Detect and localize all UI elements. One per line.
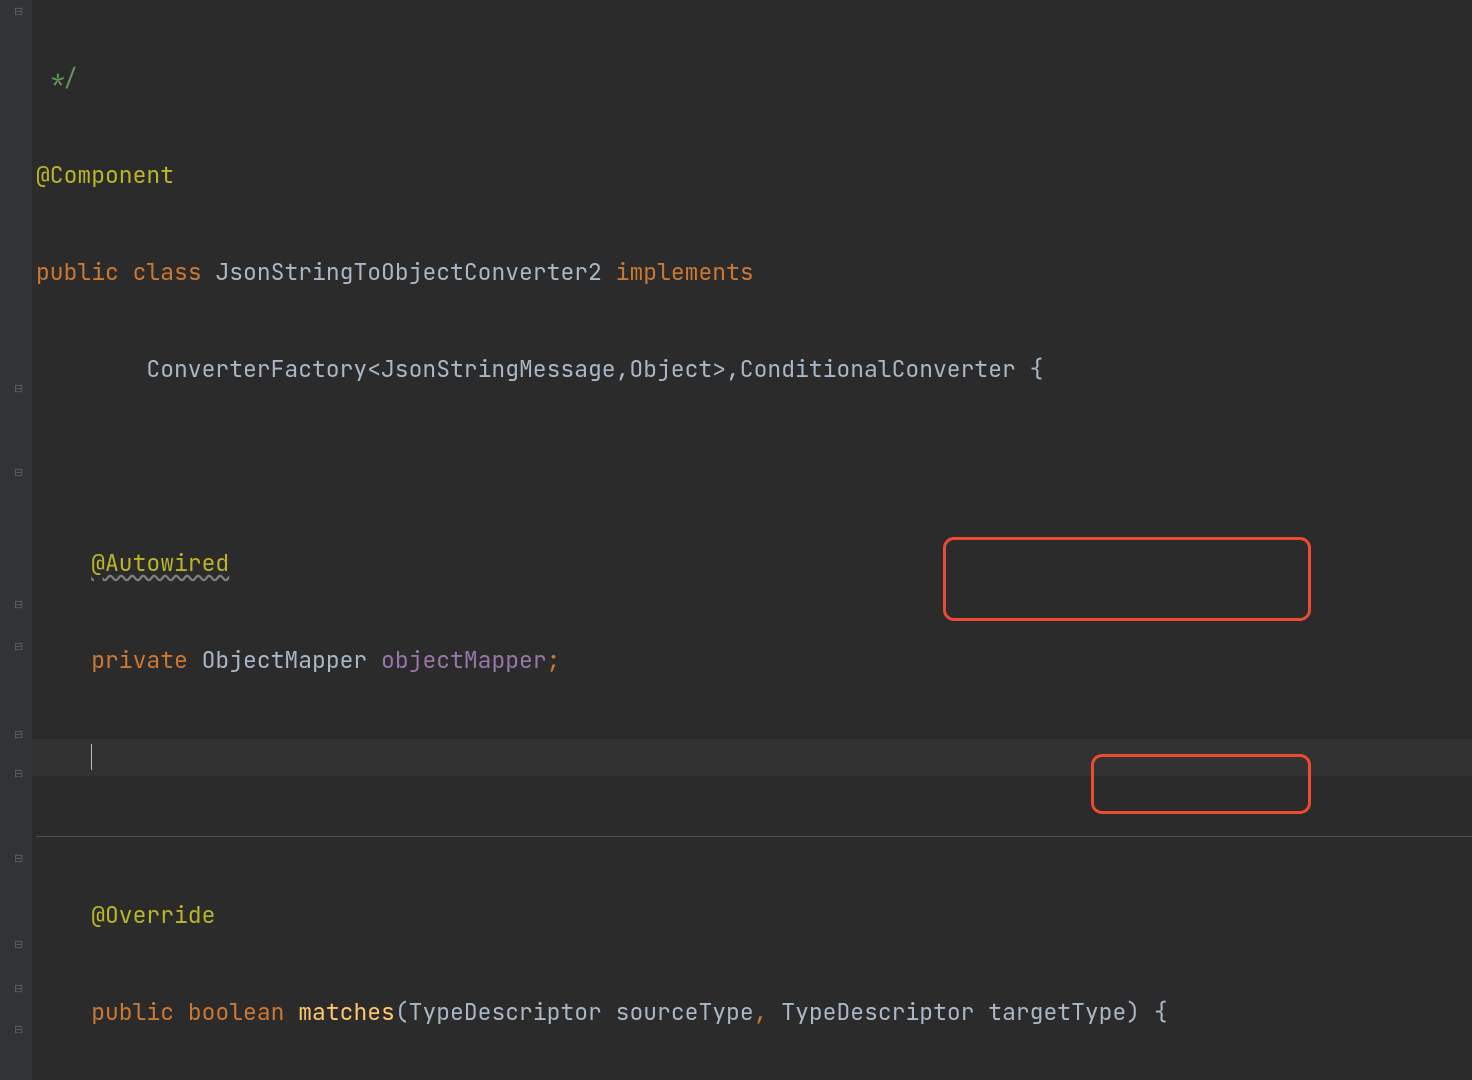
code-editor[interactable]: ⊟ ⊟ ⊟ ⊟ ⊟ ⊟ ⊟ ⊟ ⊟ ⊟ ⊟ */ @Component publ… (0, 0, 1472, 1080)
method-name: matches (298, 997, 395, 1027)
code-token: ConverterFactory<JsonStringMessage,Objec… (36, 354, 1043, 384)
fold-end-icon[interactable]: ⊟ (14, 854, 25, 865)
keyword: implements (616, 257, 754, 287)
code-line[interactable]: ConverterFactory<JsonStringMessage,Objec… (32, 351, 1472, 388)
keyword: public (91, 997, 174, 1027)
fold-end-icon[interactable]: ⊟ (14, 984, 25, 995)
text-caret (91, 744, 92, 770)
class-name: JsonStringToObjectConverter2 (215, 257, 601, 287)
fold-start-icon[interactable]: ⊟ (14, 769, 25, 780)
code-line[interactable]: public class JsonStringToObjectConverter… (32, 254, 1472, 291)
fold-end-icon[interactable]: ⊟ (14, 940, 25, 951)
keyword: public (36, 257, 119, 287)
annotation-warning: @Autowired (91, 548, 229, 578)
code-line[interactable]: public boolean matches(TypeDescriptor so… (32, 994, 1472, 1031)
code-line[interactable]: @Component (32, 157, 1472, 194)
type: ObjectMapper (202, 645, 368, 675)
fold-start-icon[interactable]: ⊟ (14, 384, 25, 395)
keyword: class (133, 257, 202, 287)
annotation: @Override (91, 900, 215, 930)
code-line[interactable]: */ (32, 60, 1472, 97)
code-line[interactable]: private ObjectMapper objectMapper; (32, 642, 1472, 679)
fold-end-icon[interactable]: ⊟ (14, 468, 25, 479)
code-line[interactable]: @Autowired (32, 545, 1472, 582)
keyword: boolean (188, 997, 285, 1027)
code-token: */ (36, 63, 77, 93)
editor-gutter[interactable]: ⊟ ⊟ ⊟ ⊟ ⊟ ⊟ ⊟ ⊟ ⊟ ⊟ ⊟ (0, 0, 32, 1080)
fold-end-icon[interactable]: ⊟ (14, 1025, 25, 1036)
fold-start-icon[interactable]: ⊟ (14, 730, 25, 741)
method-separator (36, 836, 1472, 837)
fold-marker-icon[interactable]: ⊟ (14, 7, 25, 18)
field: objectMapper (381, 645, 547, 675)
code-area[interactable]: */ @Component public class JsonStringToO… (32, 0, 1472, 1080)
code-line[interactable] (32, 448, 1472, 485)
code-line[interactable]: @Override (32, 897, 1472, 934)
code-line-caret[interactable] (32, 739, 1472, 776)
annotation: @Component (36, 160, 174, 190)
fold-start-icon[interactable]: ⊟ (14, 642, 25, 653)
keyword: private (91, 645, 188, 675)
fold-start-icon[interactable]: ⊟ (14, 600, 25, 611)
